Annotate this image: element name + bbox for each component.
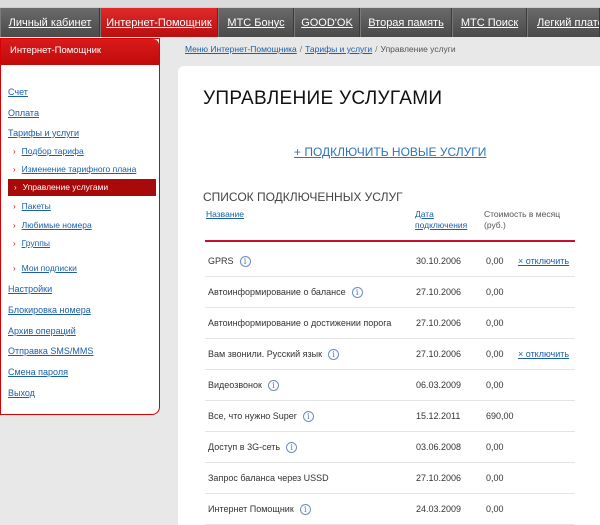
sidebar-item-tarify[interactable]: Тарифы и услуги (8, 128, 79, 138)
table-row: Вам звонили. Русский язык i 27.10.2006 0,… (205, 339, 575, 370)
sidebar-item-arhiv[interactable]: Архив операций (8, 326, 76, 336)
column-header-date[interactable]: Дата подключения (415, 209, 467, 231)
main-content-panel: УПРАВЛЕНИЕ УСЛУГАМИ + ПОДКЛЮЧИТЬ НОВЫЕ У… (178, 66, 600, 525)
service-date: 27.10.2006 (416, 318, 462, 328)
table-row: Запрос баланса через USSD 27.10.2006 0,0… (205, 463, 575, 494)
column-header-cost-line2: (руб.) (484, 220, 506, 230)
chevron-right-icon: › (13, 165, 16, 174)
service-name: Интернет Помощник i (208, 504, 311, 516)
sidebar-item-nastroiki[interactable]: Настройки (8, 284, 52, 294)
service-date: 27.10.2006 (416, 473, 462, 483)
service-name: Вам звонили. Русский язык i (208, 349, 340, 361)
info-icon[interactable]: i (299, 504, 311, 516)
chevron-right-icon: › (13, 202, 16, 211)
breadcrumb-separator: / (299, 44, 303, 54)
tab-mts-poisk[interactable]: МТС Поиск (452, 8, 527, 37)
service-cost: 0,00 (486, 504, 504, 514)
breadcrumb-link-tarify[interactable]: Тарифы и услуги (305, 44, 372, 54)
service-cost: 0,00 (486, 380, 504, 390)
tab-internet-pomoshnik[interactable]: Интернет-Помощник (100, 8, 218, 37)
service-cost: 0,00 (486, 442, 504, 452)
sidebar-item-blokirovka[interactable]: Блокировка номера (8, 305, 91, 315)
service-date: 15.12.2011 (416, 411, 461, 421)
table-row: Все, что нужно Super i 15.12.2011 690,00 (205, 401, 575, 432)
chevron-right-icon: › (14, 183, 17, 192)
service-name: Видеозвонок i (208, 380, 279, 392)
info-icon[interactable]: i (351, 287, 363, 299)
column-header-cost: Стоимость в месяц (руб.) (484, 209, 560, 231)
sidebar-subitem-gruppy[interactable]: › Группы (13, 238, 50, 248)
service-cost: 0,00 (486, 473, 504, 483)
chevron-right-icon: › (13, 147, 16, 156)
service-date: 24.03.2009 (416, 504, 462, 514)
service-date: 27.10.2006 (416, 349, 462, 359)
service-name: GPRS i (208, 256, 251, 268)
table-row: Доступ в 3G-сеть i 03.06.2008 0,00 (205, 432, 575, 463)
disconnect-link[interactable]: × отключить (518, 349, 569, 359)
disconnect-link[interactable]: × отключить (518, 256, 569, 266)
sidebar-item-vyhod[interactable]: Выход (8, 388, 35, 398)
column-header-date-line2: подключения (415, 220, 468, 230)
service-name: Автоинформирование о достижении порога (208, 318, 392, 328)
service-cost: 690,00 (486, 411, 514, 421)
info-icon[interactable]: i (267, 380, 279, 392)
browser-toolbar-strip (0, 0, 600, 8)
table-row: Интернет Помощник i 24.03.2009 0,00 (205, 494, 575, 525)
breadcrumb-current: Управление услуги (380, 44, 456, 54)
top-navigation: Личный кабинет Интернет-Помощник МТС Бон… (0, 8, 600, 37)
service-date: 30.10.2006 (416, 256, 462, 266)
connected-services-heading: СПИСОК ПОДКЛЮЧЕННЫХ УСЛУГ (203, 190, 403, 204)
service-date: 03.06.2008 (416, 442, 462, 452)
sidebar-subitem-pakety[interactable]: › Пакеты (13, 201, 51, 211)
sidebar-subitem-lyubimye[interactable]: › Любимые номера (13, 220, 92, 230)
service-date: 06.03.2009 (416, 380, 462, 390)
chevron-right-icon: › (13, 239, 16, 248)
sidebar-subitem-upravlenie[interactable]: › Управление услугами (8, 179, 156, 196)
info-icon[interactable]: i (239, 256, 251, 268)
chevron-right-icon: › (13, 264, 16, 273)
service-date: 27.10.2006 (416, 287, 462, 297)
info-icon[interactable]: i (302, 411, 314, 423)
table-header-divider (205, 240, 575, 242)
add-new-services-link[interactable]: + ПОДКЛЮЧИТЬ НОВЫЕ УСЛУГИ (294, 145, 486, 159)
service-name: Автоинформирование о балансе i (208, 287, 363, 299)
table-row: Видеозвонок i 06.03.2009 0,00 (205, 370, 575, 401)
tab-vtoraya-pamyat[interactable]: Вторая память (360, 8, 452, 37)
tab-legkii-platezh[interactable]: Легкий плате (527, 8, 600, 37)
chevron-right-icon: › (13, 221, 16, 230)
table-row: Автоинформирование о достижении порога 2… (205, 308, 575, 339)
column-header-name[interactable]: Название (206, 209, 244, 220)
breadcrumb: Меню Интернет-Помощника / Тарифы и услуги /… (185, 44, 456, 54)
sidebar-title: Интернет-Помощник (1, 39, 159, 65)
sidebar-item-oplata[interactable]: Оплата (8, 108, 39, 118)
sidebar-subitem-podbor[interactable]: › Подбор тарифа (13, 146, 84, 156)
sidebar-subitem-izmenenie[interactable]: › Изменение тарифного плана (13, 164, 136, 174)
service-name: Все, что нужно Super i (208, 411, 314, 423)
service-cost: 0,00 (486, 318, 504, 328)
sidebar-item-schet[interactable]: Счет (8, 87, 28, 97)
service-name: Доступ в 3G-сеть i (208, 442, 298, 454)
info-icon[interactable]: i (286, 442, 298, 454)
breadcrumb-separator: / (375, 44, 378, 54)
sidebar-subitem-podpiski[interactable]: › Мои подписки (13, 263, 77, 273)
service-cost: 0,00 (486, 256, 504, 266)
table-row: GPRS i 30.10.2006 0,00 × отключить (205, 246, 575, 277)
column-header-date-line1: Дата (415, 209, 434, 219)
service-name: Запрос баланса через USSD (208, 473, 329, 483)
info-icon[interactable]: i (328, 349, 340, 361)
breadcrumb-link-menu[interactable]: Меню Интернет-Помощника (185, 44, 297, 54)
tab-mts-bonus[interactable]: МТС Бонус (218, 8, 294, 37)
service-cost: 0,00 (486, 349, 504, 359)
column-header-cost-line1: Стоимость в месяц (484, 209, 561, 219)
tab-lichnyi-kabinet[interactable]: Личный кабинет (0, 8, 100, 37)
service-cost: 0,00 (486, 287, 504, 297)
table-row: Автоинформирование о балансе i 27.10.2006… (205, 277, 575, 308)
tab-goodok[interactable]: GOOD'OK (294, 8, 360, 37)
sidebar-item-sms[interactable]: Отправка SMS/MMS (8, 346, 93, 356)
sidebar-item-parol[interactable]: Смена пароля (8, 367, 68, 377)
page-title: УПРАВЛЕНИЕ УСЛУГАМИ (203, 88, 443, 109)
